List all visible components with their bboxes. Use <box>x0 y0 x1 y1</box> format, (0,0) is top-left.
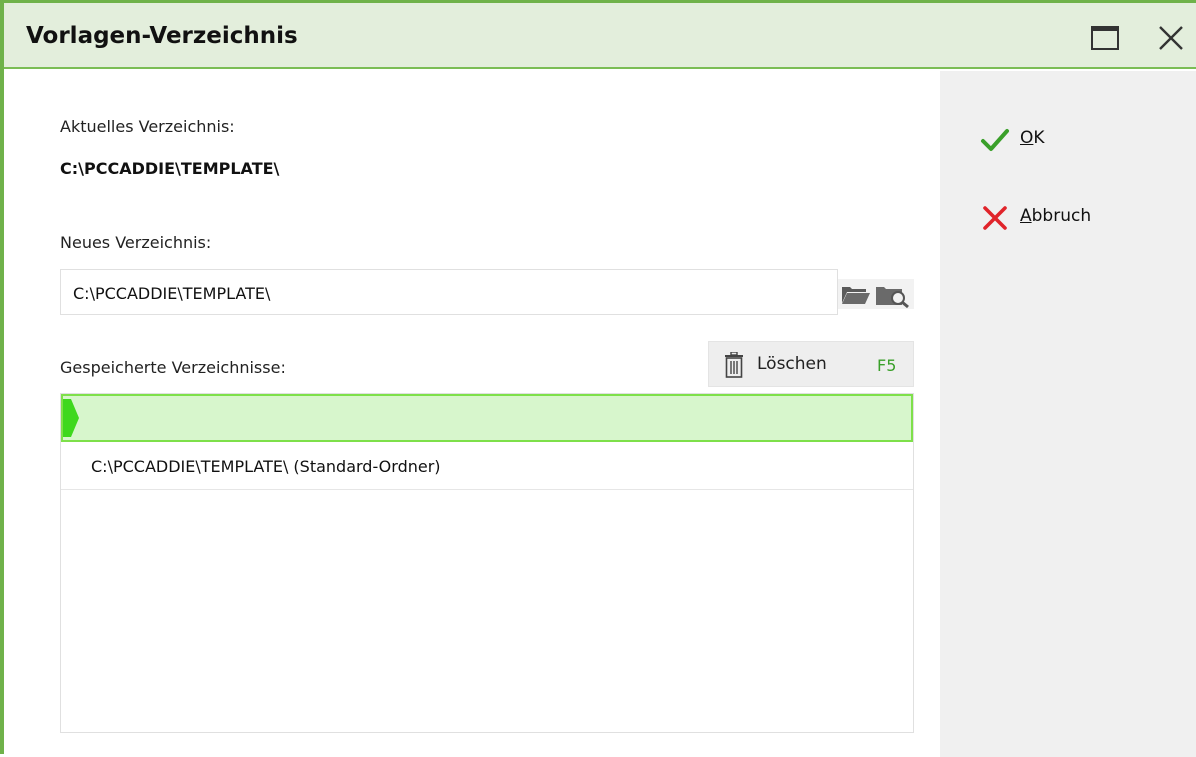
delete-shortcut-key: F5 <box>877 356 897 375</box>
dialog-window: Vorlagen-Verzeichnis Aktuelles Verzeichn… <box>0 0 1196 757</box>
current-dir-value: C:\PCCADDIE\TEMPLATE\ <box>60 159 280 178</box>
new-entry-row[interactable] <box>61 394 913 442</box>
title-bar[interactable]: Vorlagen-Verzeichnis <box>4 3 1196 69</box>
cancel-button-label: Abbruch <box>1020 206 1091 226</box>
ok-button[interactable]: OK <box>980 123 1160 159</box>
cancel-button[interactable]: Abbruch <box>980 201 1160 237</box>
check-icon <box>981 129 1009 151</box>
list-item[interactable]: C:\PCCADDIE\TEMPLATE\ (Standard-Ordner) <box>61 442 913 490</box>
ok-button-label: OK <box>1020 128 1045 148</box>
cancel-mnemonic: A <box>1020 206 1032 226</box>
main-panel: Aktuelles Verzeichnis: C:\PCCADDIE\TEMPL… <box>4 71 940 757</box>
new-dir-input[interactable]: C:\PCCADDIE\TEMPLATE\ <box>60 269 838 315</box>
ok-mnemonic: O <box>1020 128 1034 148</box>
window-title: Vorlagen-Verzeichnis <box>26 23 298 49</box>
new-dir-label: Neues Verzeichnis: <box>60 233 212 252</box>
delete-button[interactable]: Löschen F5 <box>708 341 914 387</box>
saved-dirs-list[interactable]: C:\PCCADDIE\TEMPLATE\ (Standard-Ordner) <box>60 393 914 733</box>
current-row-marker-icon <box>63 399 79 437</box>
maximize-icon[interactable] <box>1088 21 1122 55</box>
browse-folder-icon[interactable] <box>872 279 914 309</box>
ok-label-rest: K <box>1033 128 1045 148</box>
action-sidebar: OK Abbruch <box>940 71 1196 757</box>
close-icon[interactable] <box>1154 21 1188 55</box>
delete-button-label: Löschen <box>757 354 827 374</box>
cancel-label-rest: bbruch <box>1031 206 1092 226</box>
current-dir-label: Aktuelles Verzeichnis: <box>60 117 235 136</box>
open-folder-icon[interactable] <box>838 279 872 309</box>
cancel-x-icon <box>983 206 1007 230</box>
trash-icon <box>725 352 743 378</box>
saved-dirs-label: Gespeicherte Verzeichnisse: <box>60 358 286 377</box>
